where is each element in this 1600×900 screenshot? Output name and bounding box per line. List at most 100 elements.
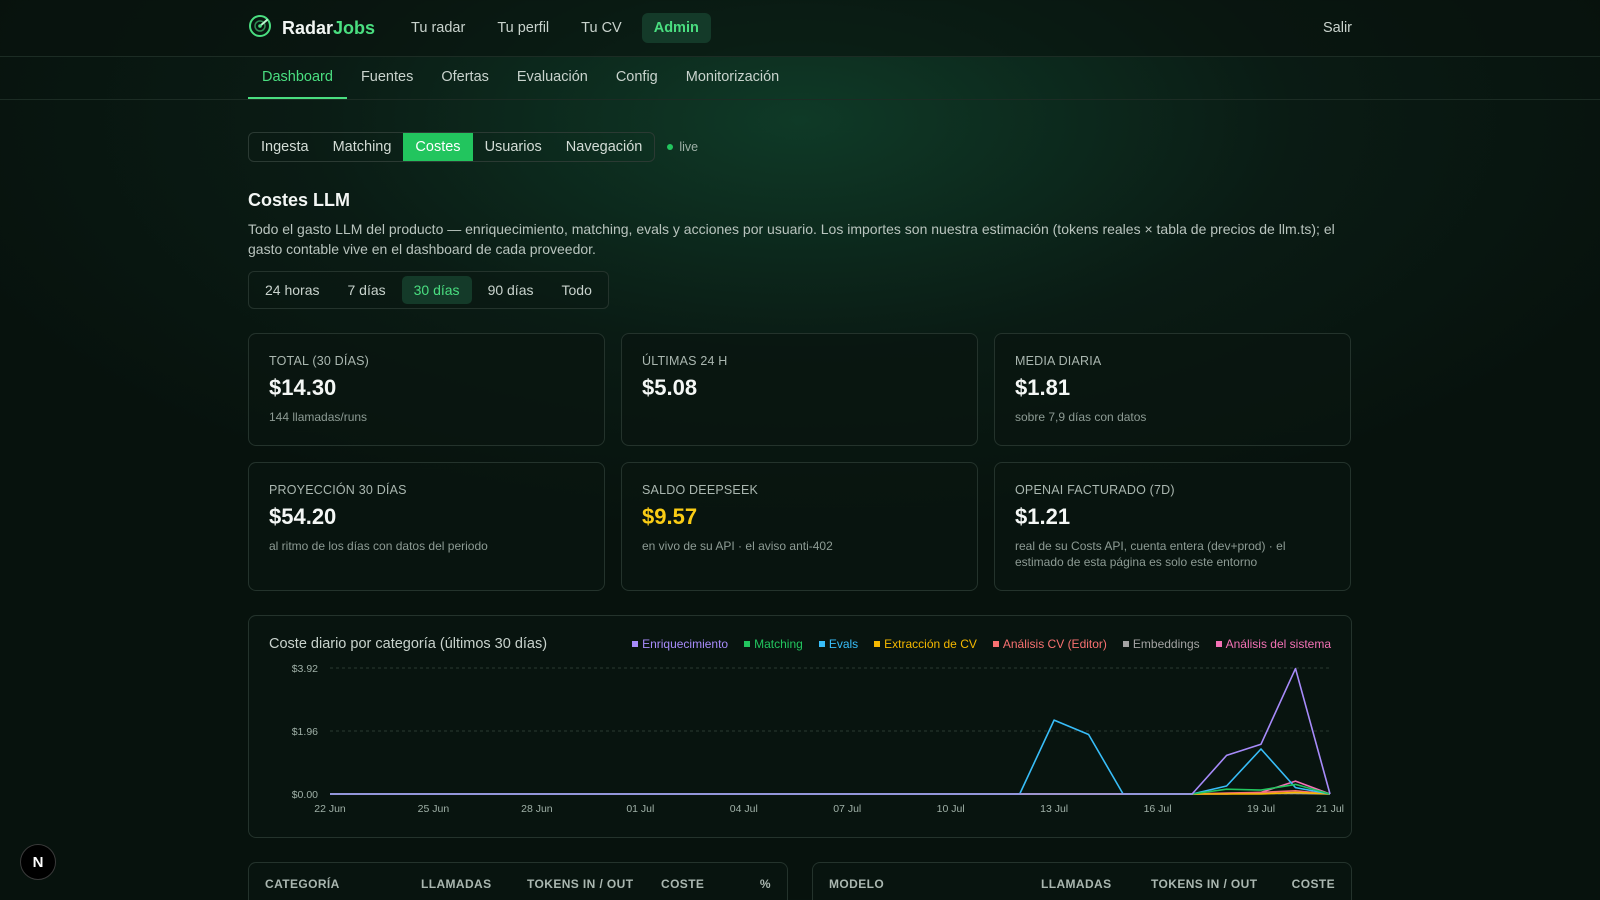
legend-item[interactable]: Análisis CV (Editor) [992,637,1107,651]
kpi-value: $54.20 [269,504,337,529]
badge-label: N [32,853,44,871]
radar-logo-icon [248,14,272,43]
subnav-item-fuentes[interactable]: Fuentes [347,57,427,99]
range-all[interactable]: Todo [550,276,604,304]
column-header[interactable]: COSTE [661,877,751,891]
breakdown-tables: CATEGORÍA LLAMADAS TOKENS IN / OUT COSTE… [248,862,1352,900]
topnav-item-tu-perfil[interactable]: Tu perfil [485,13,561,43]
legend-swatch-icon [992,641,999,647]
kpi-label: OPENAI FACTURADO (7D) [1015,483,1175,497]
kpi-sub: sobre 7,9 días con datos [1015,410,1147,424]
kpi-sub: al ritmo de los días con datos del perio… [269,539,488,553]
legend-item[interactable]: Evals [818,637,859,651]
legend-label: Enriquecimiento [642,637,729,651]
section-tabs-row: Ingesta Matching Costes Usuarios Navegac… [248,132,1352,162]
daily-cost-chart: Coste diario por categoría (últimos 30 d… [248,615,1352,838]
subnav-item-evaluacion[interactable]: Evaluación [503,57,602,99]
column-header[interactable]: LLAMADAS [1041,877,1151,891]
range-90d[interactable]: 90 días [476,276,546,304]
brand[interactable]: RadarJobs [248,14,375,43]
column-header[interactable]: CATEGORÍA [265,877,421,891]
page-description: Todo el gasto LLM del producto — enrique… [248,221,1335,257]
brand-name-accent: Jobs [333,17,376,38]
series-line-an-lisis-del-sistema [330,780,1331,795]
subnav-item-ofertas[interactable]: Ofertas [427,57,503,99]
legend-item[interactable]: Embeddings [1122,637,1200,651]
kpi-label: ÚLTIMAS 24 H [642,354,728,368]
admin-subnav: Dashboard Fuentes Ofertas Evaluación Con… [0,57,1600,100]
table-header-row: MODELO LLAMADAS TOKENS IN / OUT COSTE [829,877,1335,891]
kpi-value: $1.81 [1015,375,1071,400]
topnav-item-admin[interactable]: Admin [641,13,711,43]
kpi-sub: en vivo de su API · el aviso anti-402 [642,539,833,553]
x-tick-label: 28 Jun [521,803,553,815]
kpi-label: MEDIA DIARIA [1015,354,1102,368]
column-header[interactable]: % [760,877,771,891]
model-table: MODELO LLAMADAS TOKENS IN / OUT COSTE [812,862,1352,900]
legend-label: Matching [754,637,803,651]
range-7d[interactable]: 7 días [335,276,397,304]
kpi-card-deepseek-balance: SALDO DEEPSEEK $9.57 en vivo de su API ·… [621,462,978,591]
column-header[interactable]: MODELO [829,877,1041,891]
legend-label: Evals [828,637,859,651]
tab-matching[interactable]: Matching [321,133,404,161]
x-tick-label: 07 Jul [833,803,861,815]
legend-label: Análisis del sistema [1225,637,1331,651]
topnav-item-tu-cv[interactable]: Tu CV [569,13,634,43]
series-line-matching [330,783,1331,795]
legend-label: Embeddings [1132,637,1200,651]
y-tick-label: $0.00 [292,789,318,801]
kpi-label: PROYECCIÓN 30 DÍAS [269,483,407,497]
x-tick-label: 10 Jul [937,803,965,815]
kpi-cards: TOTAL (30 DÍAS) $14.30 144 llamadas/runs… [248,333,1352,591]
kpi-value: $1.21 [1015,504,1071,529]
legend-item[interactable]: Matching [744,637,803,651]
subnav-item-monitorizacion[interactable]: Monitorización [672,57,794,99]
kpi-card-projection: PROYECCIÓN 30 DÍAS $54.20 al ritmo de lo… [248,462,605,591]
logout-link[interactable]: Salir [1323,20,1352,36]
top-nav: Tu radar Tu perfil Tu CV Admin [399,13,711,43]
range-30d[interactable]: 30 días [401,276,472,304]
legend-swatch-icon [632,641,639,647]
x-tick-label: 13 Jul [1040,803,1068,815]
kpi-value: $14.30 [269,375,337,400]
topnav-item-tu-radar[interactable]: Tu radar [399,13,477,43]
x-tick-label: 21 Jul [1316,803,1344,815]
page-title: Costes LLM [248,190,351,210]
tab-ingesta[interactable]: Ingesta [249,133,321,161]
tab-usuarios[interactable]: Usuarios [473,133,554,161]
chart-title: Coste diario por categoría (últimos 30 d… [269,636,548,652]
column-header[interactable]: LLAMADAS [421,877,527,891]
live-label: live [679,140,699,154]
category-table: CATEGORÍA LLAMADAS TOKENS IN / OUT COSTE… [248,862,788,900]
nextjs-icon[interactable]: N [20,844,56,880]
section-tabs: Ingesta Matching Costes Usuarios Navegac… [248,132,656,162]
brand-name-part: Radar [282,17,334,38]
column-header[interactable]: COSTE [1292,877,1335,891]
x-tick-label: 19 Jul [1247,803,1275,815]
x-tick-label: 25 Jun [418,803,450,815]
kpi-card-openai-billed: OPENAI FACTURADO (7D) $1.21 real de su C… [994,462,1351,591]
legend-label: Análisis CV (Editor) [1002,637,1107,651]
tab-navegacion[interactable]: Navegación [554,133,655,161]
live-indicator: live [667,140,698,154]
time-range-selector: 24 horas 7 días 30 días 90 días Todo [248,271,609,309]
brand-name: RadarJobs [282,18,375,39]
top-bar: RadarJobs Tu radar Tu perfil Tu CV Admin… [0,0,1600,57]
chart-legend: Enriquecimiento Matching Evals Extracción d… [632,637,1331,651]
chart-plot: $0.00 $1.96 $3.92 22 Jun 25 Jun 28 Jun 01 Jul 0… [292,663,1344,815]
main-content: Ingesta Matching Costes Usuarios Navegac… [0,132,1600,900]
legend-swatch-icon [1215,641,1222,647]
x-tick-label: 22 Jun [314,803,346,815]
range-24h[interactable]: 24 horas [253,276,331,304]
subnav-item-config[interactable]: Config [602,57,672,99]
legend-item[interactable]: Enriquecimiento [632,637,728,651]
subnav-item-dashboard[interactable]: Dashboard [248,57,347,99]
x-tick-label: 16 Jul [1144,803,1172,815]
legend-item[interactable]: Extracción de CV [874,637,977,651]
live-dot-icon [667,144,674,150]
column-header[interactable]: TOKENS IN / OUT [1151,877,1291,891]
tab-costes[interactable]: Costes [403,133,473,161]
legend-item[interactable]: Análisis del sistema [1215,637,1331,651]
column-header[interactable]: TOKENS IN / OUT [527,877,661,891]
